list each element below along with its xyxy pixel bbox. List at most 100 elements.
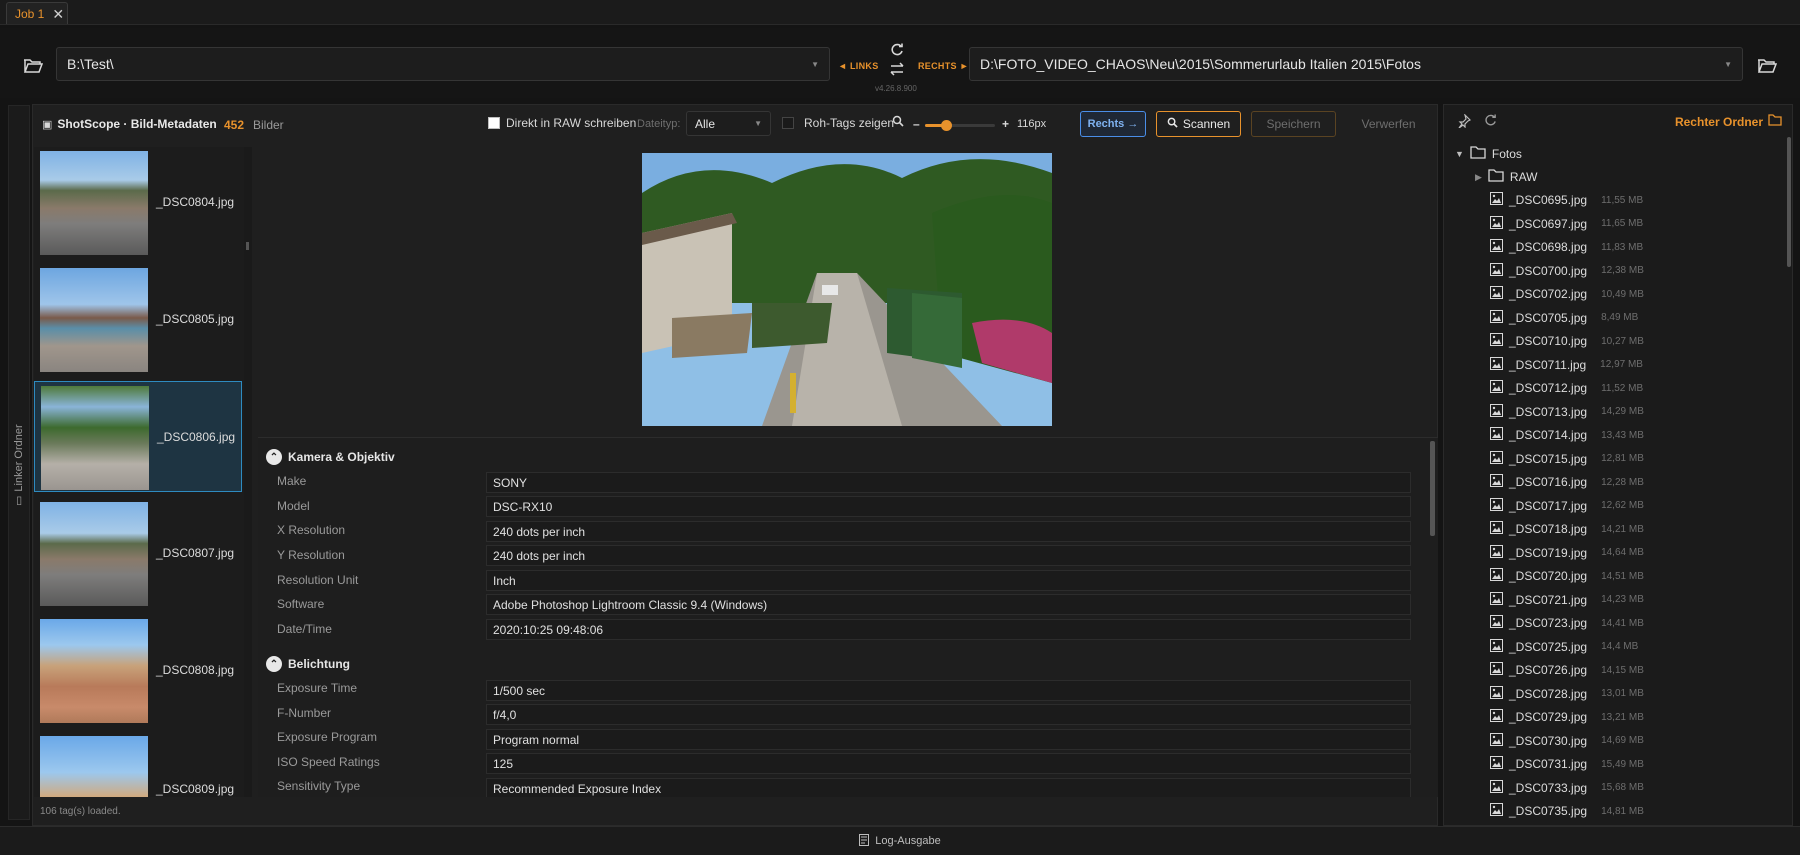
metadata-value[interactable]: Recommended Exposure Index <box>486 778 1411 797</box>
chevron-up-icon: ⌃ <box>266 656 282 672</box>
file-row[interactable]: _DSC0705.jpg 8,49 MB <box>1490 308 1638 328</box>
metadata-value[interactable]: 2020:10:25 09:48:06 <box>486 619 1411 640</box>
chevron-down-icon: ▼ <box>754 119 762 128</box>
file-row[interactable]: _DSC0735.jpg 14,81 MB <box>1490 801 1644 818</box>
file-row[interactable]: _DSC0718.jpg 14,21 MB <box>1490 519 1644 539</box>
log-label: Log-Ausgabe <box>875 835 941 847</box>
close-icon[interactable]: ✕ <box>52 7 64 21</box>
scan-button[interactable]: Scannen <box>1156 111 1241 137</box>
file-tree[interactable]: ▼ Fotos ▶ RAW _DSC0695.jpg 11,55 MB _DSC06… <box>1452 143 1782 818</box>
left-path-combo[interactable]: B:\Test\ ▼ <box>56 47 830 81</box>
tree-node-root[interactable]: ▼ Fotos <box>1455 144 1522 164</box>
metadata-value[interactable]: Inch <box>486 570 1411 591</box>
left-folder-strip[interactable]: ▭ Linker Ordner <box>8 105 30 820</box>
tree-node-raw[interactable]: ▶ RAW <box>1475 167 1537 187</box>
thumbnail-item[interactable]: _DSC0807.jpg <box>34 498 242 609</box>
file-row[interactable]: _DSC0716.jpg 12,28 MB <box>1490 472 1644 492</box>
file-tree-scrollbar[interactable] <box>1787 137 1791 267</box>
chevron-down-icon[interactable]: ▼ <box>1455 149 1464 159</box>
file-row[interactable]: _DSC0720.jpg 14,51 MB <box>1490 566 1644 586</box>
file-row[interactable]: _DSC0723.jpg 14,41 MB <box>1490 613 1644 633</box>
tab-bar: Job 1 ✕ <box>0 0 1800 25</box>
file-row[interactable]: _DSC0712.jpg 11,52 MB <box>1490 378 1643 398</box>
file-row[interactable]: _DSC0713.jpg 14,29 MB <box>1490 402 1644 422</box>
image-file-icon <box>1490 333 1503 349</box>
section-header-exposure[interactable]: ⌃ Belichtung <box>266 656 350 672</box>
thumbnail-item[interactable]: _DSC0808.jpg <box>34 615 242 726</box>
thumbnail-item[interactable]: _DSC0805.jpg <box>34 264 242 375</box>
file-row[interactable]: _DSC0730.jpg 14,69 MB <box>1490 731 1644 751</box>
folder-open-icon[interactable] <box>18 51 48 81</box>
metadata-grid[interactable]: ⌃ Kamera & Objektiv Make SONY Model DSC-… <box>258 437 1438 797</box>
zoom-minus-button[interactable]: – <box>913 117 920 131</box>
file-row[interactable]: _DSC0700.jpg 12,38 MB <box>1490 261 1644 281</box>
metadata-value[interactable]: Adobe Photoshop Lightroom Classic 9.4 (W… <box>486 594 1411 615</box>
file-row[interactable]: _DSC0697.jpg 11,65 MB <box>1490 214 1643 234</box>
file-row[interactable]: _DSC0719.jpg 14,64 MB <box>1490 543 1644 563</box>
metadata-value[interactable]: Program normal <box>486 729 1411 750</box>
left-folder-tab[interactable]: ▭ Linker Ordner <box>12 424 26 506</box>
refresh-icon[interactable] <box>885 41 909 59</box>
thumbnail-item[interactable]: _DSC0804.jpg <box>34 147 242 258</box>
right-path-combo[interactable]: D:\FOTO_VIDEO_CHAOS\Neu\2015\Sommerurlau… <box>969 47 1743 81</box>
thumbnail-filename: _DSC0806.jpg <box>157 430 236 444</box>
metadata-key: Date/Time <box>277 622 332 636</box>
image-file-icon <box>1490 709 1503 725</box>
folder-open-icon[interactable] <box>1752 51 1782 81</box>
file-row[interactable]: _DSC0702.jpg 10,49 MB <box>1490 284 1644 304</box>
metadata-value[interactable]: 1/500 sec <box>486 680 1411 701</box>
image-file-icon <box>1490 732 1503 749</box>
file-name: _DSC0721.jpg <box>1509 592 1588 607</box>
file-row[interactable]: _DSC0717.jpg 12,62 MB <box>1490 496 1644 516</box>
checkbox-box[interactable] <box>488 117 500 129</box>
pin-icon[interactable] <box>1457 113 1472 131</box>
metadata-value[interactable]: 240 dots per inch <box>486 521 1411 542</box>
checkbox-box[interactable] <box>782 117 794 129</box>
rechts-button[interactable]: Rechts → <box>1080 111 1146 137</box>
tab-job-1[interactable]: Job 1 ✕ <box>6 2 68 24</box>
zoom-slider[interactable] <box>925 120 995 131</box>
file-row[interactable]: _DSC0710.jpg 10,27 MB <box>1490 331 1644 351</box>
zoom-plus-button[interactable]: + <box>1002 117 1009 131</box>
thumbnail-scrollbar[interactable] <box>244 147 252 797</box>
file-size: 12,97 MB <box>1600 359 1643 370</box>
file-row[interactable]: _DSC0714.jpg 13,43 MB <box>1490 425 1644 445</box>
log-output-bar[interactable]: Log-Ausgabe <box>0 826 1800 855</box>
file-row[interactable]: _DSC0726.jpg 14,15 MB <box>1490 660 1644 680</box>
refresh-icon[interactable] <box>1484 114 1497 130</box>
section-header-camera[interactable]: ⌃ Kamera & Objektiv <box>266 449 395 465</box>
discard-button[interactable]: Verwerfen <box>1346 111 1431 137</box>
file-row[interactable]: _DSC0731.jpg 15,49 MB <box>1490 754 1644 774</box>
file-row[interactable]: _DSC0729.jpg 13,21 MB <box>1490 707 1644 727</box>
metadata-key: Y Resolution <box>277 548 345 562</box>
file-row[interactable]: _DSC0721.jpg 14,23 MB <box>1490 590 1644 610</box>
raw-tags-toggle[interactable]: Roh-Tags zeigen <box>782 116 894 130</box>
metadata-scrollbar[interactable] <box>1430 441 1435 536</box>
metadata-value[interactable]: SONY <box>486 472 1411 493</box>
zoom-slider-handle[interactable] <box>941 120 952 131</box>
image-file-icon <box>1490 427 1503 443</box>
file-row[interactable]: _DSC0711.jpg 12,97 MB <box>1490 355 1643 375</box>
file-row[interactable]: _DSC0698.jpg 11,83 MB <box>1490 237 1643 257</box>
metadata-value[interactable]: 125 <box>486 753 1411 774</box>
metadata-value[interactable]: 240 dots per inch <box>486 545 1411 566</box>
metadata-value[interactable]: DSC-RX10 <box>486 496 1411 517</box>
scrollbar-thumb[interactable] <box>246 242 249 250</box>
file-row[interactable]: _DSC0695.jpg 11,55 MB <box>1490 190 1643 210</box>
thumbnail-image <box>40 619 148 723</box>
raw-write-checkbox[interactable]: Direkt in RAW schreiben <box>488 116 636 130</box>
file-row[interactable]: _DSC0733.jpg 15,68 MB <box>1490 778 1644 798</box>
save-button[interactable]: Speichern <box>1251 111 1336 137</box>
filetype-select[interactable]: Alle ▼ <box>686 111 771 136</box>
thumbnail-list[interactable]: _DSC0804.jpg _DSC0805.jpg _DSC0806.jpg _… <box>34 147 244 797</box>
file-name: _DSC0718.jpg <box>1509 522 1588 536</box>
file-row[interactable]: _DSC0725.jpg 14,4 MB <box>1490 637 1638 657</box>
chevron-right-icon[interactable]: ▶ <box>1475 172 1482 183</box>
metadata-value[interactable]: f/4,0 <box>486 704 1411 725</box>
file-row[interactable]: _DSC0715.jpg 12,81 MB <box>1490 449 1644 469</box>
metadata-key: Exposure Program <box>277 730 378 744</box>
file-row[interactable]: _DSC0728.jpg 13,01 MB <box>1490 684 1644 704</box>
swap-icon[interactable] <box>885 61 909 77</box>
thumbnail-item[interactable]: _DSC0809.jpg <box>34 732 242 797</box>
thumbnail-item-selected[interactable]: _DSC0806.jpg <box>34 381 242 492</box>
